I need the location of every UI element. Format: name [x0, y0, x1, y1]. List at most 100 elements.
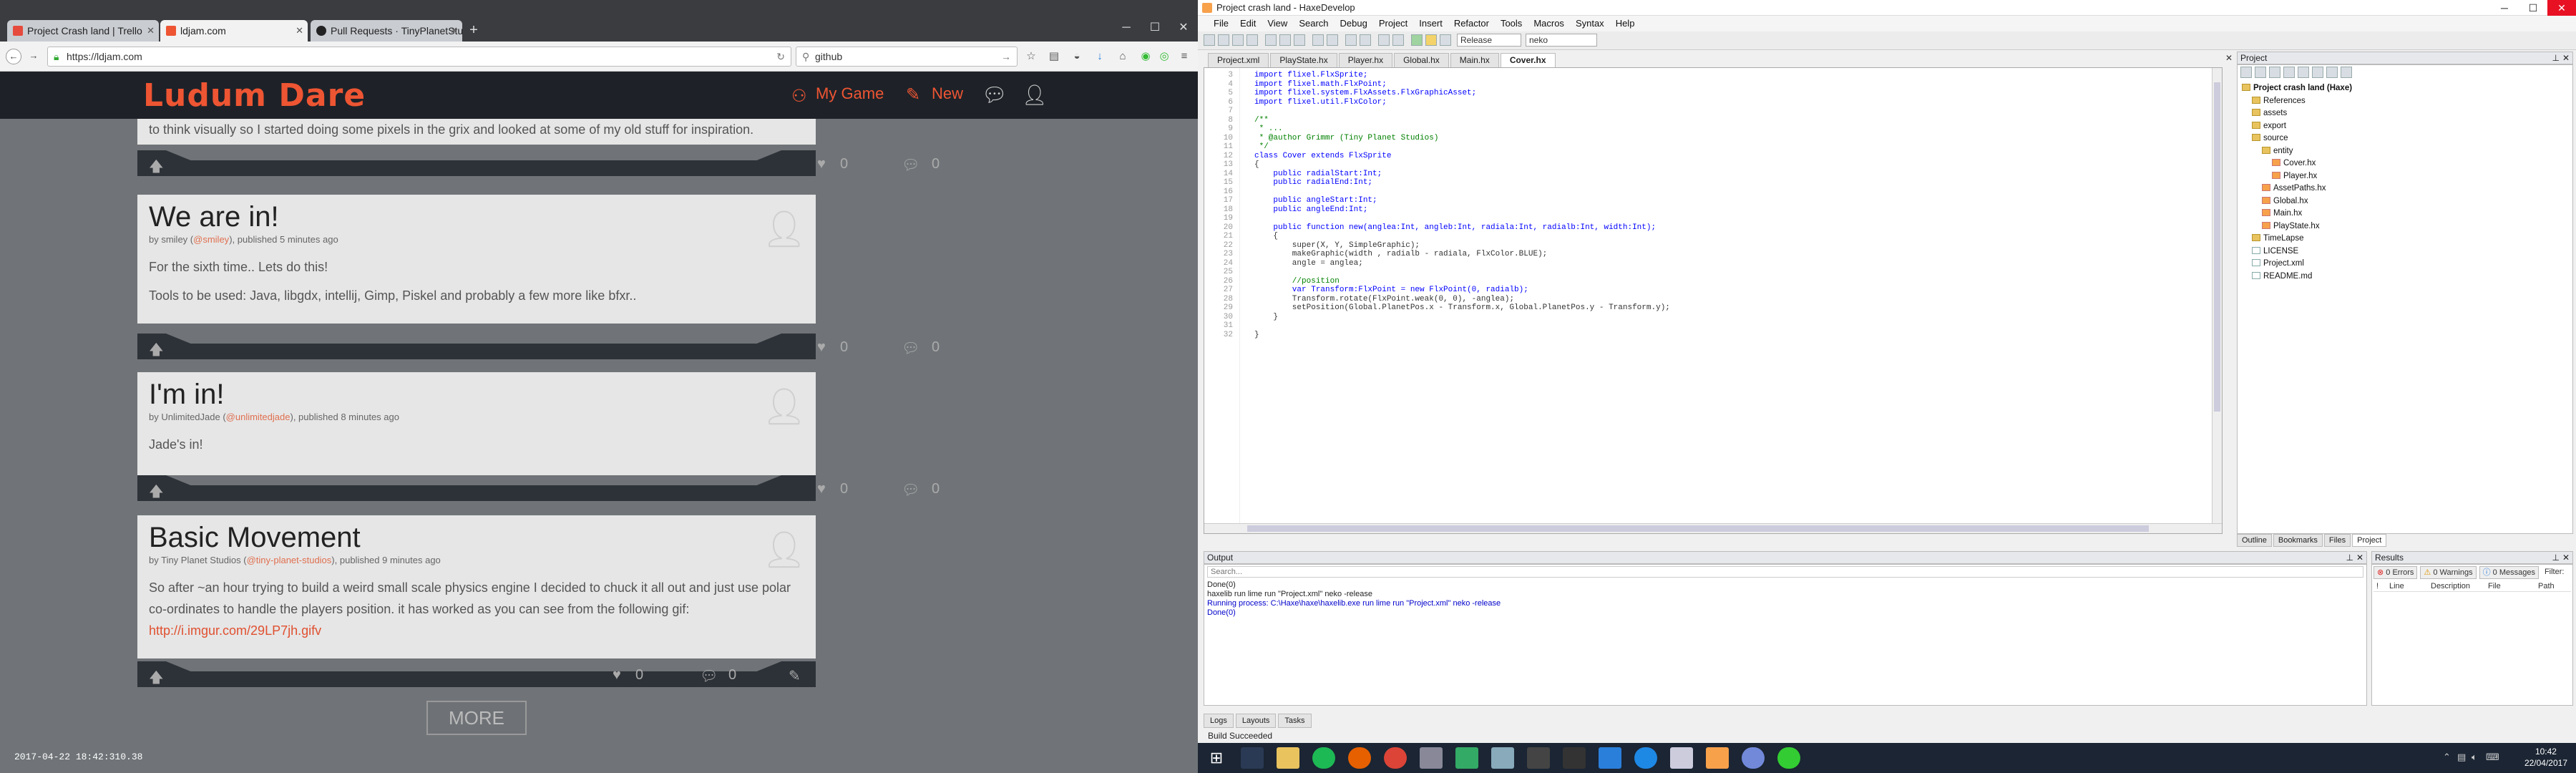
editor-hscroll[interactable] [1204, 523, 2222, 533]
pin-icon[interactable]: ⊥ [2552, 52, 2560, 64]
code-line[interactable]: 10 * @author Grimmr (Tiny Planet Studios… [1204, 134, 2206, 143]
code-line[interactable]: 14 public radialStart:Int; [1204, 170, 2206, 179]
heart-icon[interactable]: ♥ [613, 667, 621, 684]
notifications-chat-icon[interactable]: 💬︎ [982, 83, 1008, 107]
code-line[interactable]: 31 [1204, 321, 2206, 331]
post-author[interactable]: UnlimitedJade [161, 412, 220, 422]
scroll-thumb[interactable] [2214, 82, 2220, 412]
open-file-icon[interactable] [1218, 34, 1229, 46]
post-title[interactable]: We are in! [137, 195, 816, 233]
tab-bookmarks[interactable]: Bookmarks [2273, 534, 2323, 547]
post-handle[interactable]: @unlimitedjade [226, 412, 291, 422]
tree-item[interactable]: LICENSE [2252, 245, 2298, 258]
comment-icon[interactable]: 💬︎ [902, 156, 919, 174]
code-line[interactable]: 25 [1204, 268, 2206, 277]
file-explorer-icon[interactable] [1277, 747, 1299, 769]
tree-item[interactable]: Player.hx [2272, 170, 2317, 183]
save-icon[interactable] [1232, 34, 1244, 46]
close-panel-icon[interactable]: ✕ [2562, 552, 2570, 563]
tree-item[interactable]: Project crash land (Haxe) [2242, 82, 2352, 95]
undo-icon[interactable] [1312, 34, 1324, 46]
search-go-icon[interactable]: → [1001, 47, 1011, 66]
home-icon[interactable]: ⌂ [1116, 50, 1129, 63]
code-line[interactable]: 11 */ [1204, 142, 2206, 152]
warnings-toggle[interactable]: ⚠ 0 Warnings [2420, 566, 2477, 579]
up-arrow-icon[interactable]: 🡅 [149, 156, 164, 180]
code-line[interactable]: 29 setPosition(Global.PlanetPos.x - Tran… [1204, 303, 2206, 313]
tree-item[interactable]: entity [2262, 145, 2293, 158]
comment-icon[interactable]: 💬︎ [902, 339, 919, 357]
code-line[interactable]: 5 import flixel.system.FlxAssets.FlxGraph… [1204, 89, 2206, 98]
comment-icon[interactable]: 💬︎ [902, 481, 919, 499]
tab-layouts[interactable]: Layouts [1235, 714, 1277, 728]
close-panel-icon[interactable]: ✕ [2562, 52, 2570, 64]
post-link[interactable]: http://i.imgur.com/29LP7jh.gifv [149, 623, 321, 638]
messages-toggle[interactable]: ⓘ 0 Messages [2479, 566, 2539, 579]
tree-item[interactable]: README.md [2252, 271, 2312, 283]
tab-playstate[interactable]: PlayState.hx [1270, 53, 1337, 67]
up-arrow-icon[interactable]: 🡅 [149, 481, 164, 505]
code-line[interactable]: 7 [1204, 107, 2206, 116]
up-arrow-icon[interactable]: 🡅 [149, 339, 164, 364]
menu-icon[interactable]: ≡ [1178, 50, 1191, 63]
menu-file[interactable]: File [1208, 16, 1234, 31]
taskbar-clock[interactable]: 10:42 22/04/2017 [2524, 746, 2567, 769]
code-line[interactable]: 3 import flixel.FlxSprite; [1204, 71, 2206, 80]
tree-item[interactable]: Project.xml [2252, 258, 2304, 271]
code-line[interactable]: 27 var Transform:FlxPoint = new FlxPoint… [1204, 286, 2206, 295]
heart-icon[interactable]: ♥ [817, 156, 826, 172]
close-tab-icon[interactable]: ✕ [296, 20, 303, 42]
menu-edit[interactable]: Edit [1234, 16, 1262, 31]
heart-icon[interactable]: ♥ [817, 339, 826, 356]
pocket-icon[interactable]: ◒ [1070, 50, 1083, 63]
browser-tab-ldjam[interactable]: ldjam.com ✕ [160, 20, 308, 42]
more-button[interactable]: MORE [426, 701, 527, 735]
clock-app-icon[interactable] [1634, 747, 1657, 769]
close-tab-icon[interactable]: ✕ [450, 20, 458, 42]
menu-tools[interactable]: Tools [1495, 16, 1528, 31]
tab-cover[interactable]: Cover.hx [1500, 53, 1556, 67]
code-line[interactable]: 18 public angleEnd:Int; [1204, 205, 2206, 215]
code-line[interactable]: 20 public function new(anglea:Int, angle… [1204, 223, 2206, 233]
code-line[interactable]: 24 angle = anglea; [1204, 259, 2206, 268]
tree-item[interactable]: AssetPaths.hx [2262, 183, 2326, 195]
heart-icon[interactable]: ♥ [817, 481, 826, 497]
close-tab-icon[interactable]: ✕ [147, 20, 155, 42]
code-line[interactable]: 16 [1204, 188, 2206, 197]
tab-project[interactable]: Project [2352, 534, 2387, 547]
menu-insert[interactable]: Insert [1413, 16, 1448, 31]
app-icon[interactable] [1527, 747, 1550, 769]
tab-logs[interactable]: Logs [1204, 714, 1234, 728]
post-author[interactable]: Tiny Planet Studios [161, 555, 241, 565]
app-icon[interactable] [1563, 747, 1586, 769]
tree-item[interactable]: export [2252, 120, 2286, 133]
app-icon[interactable] [1599, 747, 1621, 769]
toggle-comment-icon[interactable] [1378, 34, 1390, 46]
edit-pencil-icon[interactable]: ✎ [789, 667, 801, 685]
keyboard-icon[interactable]: ⌨ [2486, 752, 2499, 763]
tree-item[interactable]: Cover.hx [2272, 157, 2316, 170]
menu-refactor[interactable]: Refactor [1448, 16, 1495, 31]
menu-help[interactable]: Help [1610, 16, 1641, 31]
tab-player[interactable]: Player.hx [1338, 53, 1393, 67]
menu-macros[interactable]: Macros [1528, 16, 1570, 31]
project-build-icon[interactable] [2269, 67, 2280, 78]
url-bar[interactable]: 🔒︎ https://ldjam.com ↻ [47, 47, 791, 67]
new-tab-button[interactable]: + [465, 21, 482, 39]
tab-tasks[interactable]: Tasks [1278, 714, 1312, 728]
col-path[interactable]: Path [2538, 580, 2555, 592]
code-editor[interactable]: 3 import flixel.FlxSprite; 4 import flixel.… [1204, 67, 2223, 534]
comment-icon[interactable]: 💬︎ [700, 667, 718, 685]
tray-arrow-icon[interactable]: ⌃ [2443, 752, 2451, 763]
forward-button[interactable]: → [26, 49, 42, 64]
code-line[interactable]: 28 Transform.rotate(FlxPoint.weak(0, 0),… [1204, 295, 2206, 304]
discord-icon[interactable] [1742, 747, 1765, 769]
errors-toggle[interactable]: ⊗ 0 Errors [2373, 566, 2418, 579]
steam-icon[interactable] [1241, 747, 1264, 769]
back-button[interactable]: ← [6, 49, 21, 64]
find-icon[interactable] [1345, 34, 1357, 46]
volume-icon[interactable]: 🔈︎ [2472, 752, 2477, 763]
code-line[interactable]: 9 * ... [1204, 125, 2206, 134]
pin-icon[interactable]: ⊥ [2552, 552, 2560, 563]
app-icon[interactable] [1455, 747, 1478, 769]
